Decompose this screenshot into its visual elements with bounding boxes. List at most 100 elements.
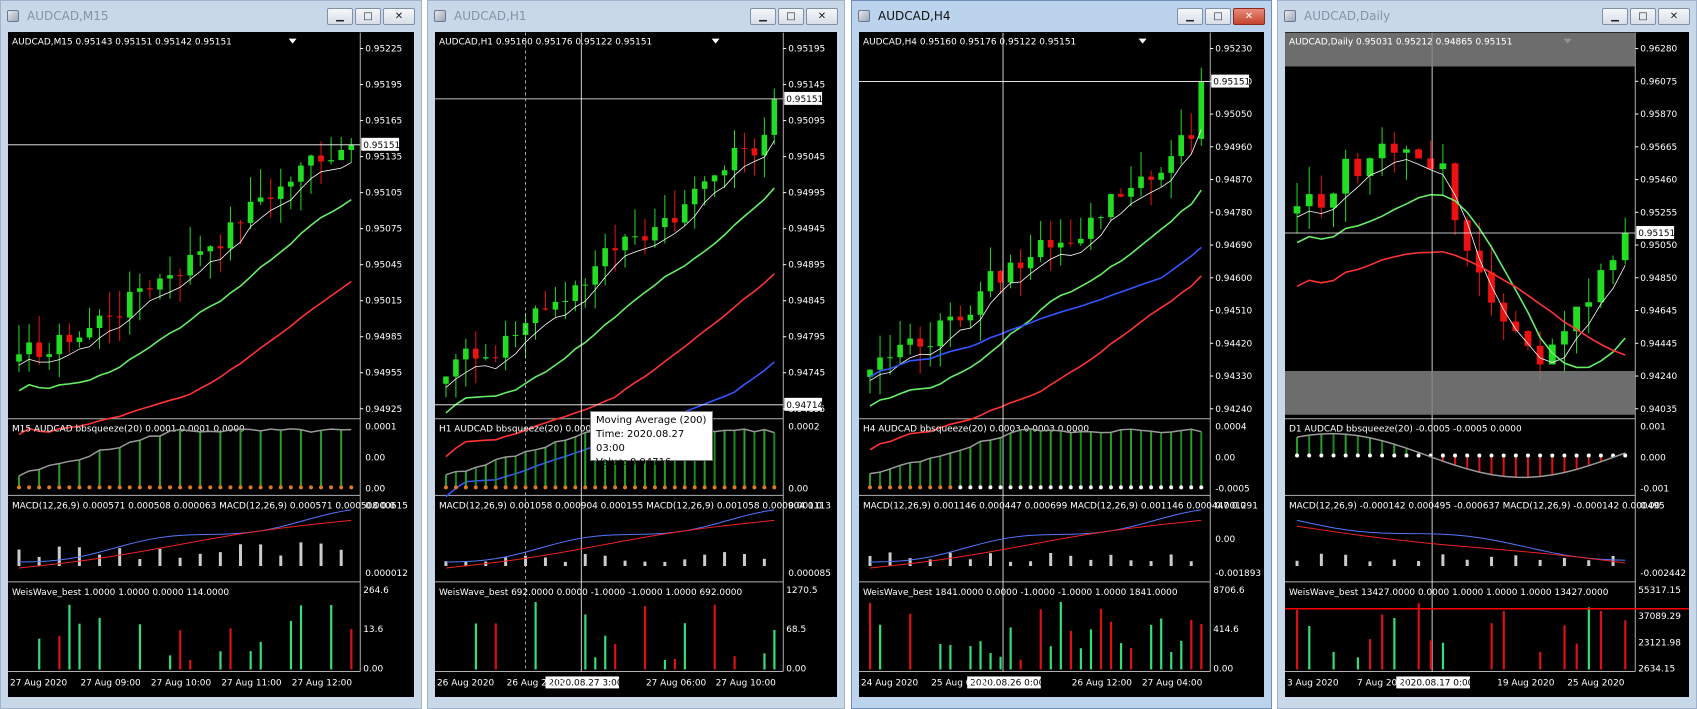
price-tick-label: 0.94955 (365, 369, 402, 379)
chart-window-icon (858, 10, 870, 22)
chart-window[interactable]: AUDCAD,Daily ▁ □ ✕ AUDCAD,Daily 0.95031 0.95… (1277, 0, 1697, 709)
minimize-button[interactable]: ▁ (750, 8, 776, 25)
price-chart[interactable]: AUDCAD,H4 0.95160 0.95176 0.95122 0.9515… (859, 32, 1264, 697)
macd-tick: 0.001113 (788, 501, 831, 511)
candle (116, 290, 123, 342)
candle (1108, 193, 1114, 222)
candle (632, 209, 638, 245)
one-click-trade-icon[interactable] (711, 38, 720, 44)
window-title: AUDCAD,H1 (454, 9, 527, 23)
one-click-trade-icon[interactable] (288, 38, 297, 44)
macd-label: MACD(12,26,9) 0.001058 0.000904 0.000155… (439, 501, 822, 511)
bbsqueeze-tick: 0.0002 (788, 423, 819, 433)
candle (257, 169, 264, 205)
chart-canvas[interactable]: AUDCAD,H1 0.95160 0.95176 0.95122 0.9515… (435, 32, 837, 697)
minimize-icon: ▁ (759, 10, 767, 22)
price-tick-label: 0.94330 (1215, 372, 1252, 382)
candle (731, 130, 738, 189)
candle (1366, 157, 1374, 195)
weiswave-tick: 0.00 (786, 664, 806, 674)
crosshair-price-label: 0.94714 (786, 401, 823, 411)
ma-200-line[interactable] (869, 246, 1202, 378)
candle (443, 376, 449, 398)
candle (36, 316, 42, 365)
price-tick-label: 0.94645 (1640, 307, 1677, 317)
chart-canvas[interactable]: AUDCAD,Daily 0.95031 0.95212 0.94865 0.9… (1285, 32, 1689, 697)
chart-canvas[interactable]: AUDCAD,M15 0.95143 0.95151 0.95142 0.951… (8, 32, 414, 697)
chart-window[interactable]: AUDCAD,H4 ▁ □ ✕ AUDCAD,H4 0.95160 0.95176 0.… (851, 0, 1272, 709)
maximize-button[interactable]: □ (1630, 8, 1656, 25)
price-tick-label: 0.94600 (1215, 274, 1252, 284)
close-icon: ✕ (817, 10, 827, 22)
candlestick-series (1293, 127, 1629, 382)
weiswave-tick: 264.6 (363, 586, 389, 596)
time-axis-label: 24 Aug 2020 (861, 678, 919, 688)
chart-window-icon (7, 10, 19, 22)
time-axis-label: 27 Aug 06:00 (646, 678, 707, 688)
tooltip-line3: Value: 0.94716 (596, 457, 672, 468)
candle (897, 321, 903, 365)
bbsqueeze-tick: 0.000 (1640, 454, 1666, 464)
maximize-button[interactable]: □ (778, 8, 804, 25)
minimize-button[interactable]: ▁ (1177, 8, 1203, 25)
candle (1128, 166, 1134, 207)
minimize-button[interactable]: ▁ (327, 8, 353, 25)
crosshair-time-label: 2020.08.17 0:00 (1399, 678, 1473, 688)
minimize-button[interactable]: ▁ (1602, 8, 1628, 25)
moving-average-tooltip: Moving Average (200) Time: 2020.08.27 03:… (590, 411, 713, 468)
macd-label: MACD(12,26,9) 0.000571 0.000508 0.000063… (12, 501, 395, 511)
candle (1512, 310, 1520, 334)
candle (1403, 145, 1410, 180)
bbsqueeze-tick: -0.0005 (1215, 484, 1250, 494)
maximize-icon: □ (363, 10, 373, 22)
one-click-trade-icon[interactable] (1138, 38, 1147, 44)
macd-tick: 0.00 (1215, 535, 1235, 545)
candle (46, 342, 53, 370)
close-button[interactable]: ✕ (1658, 8, 1690, 25)
price-tick-label: 0.95050 (1640, 241, 1677, 251)
candle (877, 335, 883, 395)
candle (288, 176, 294, 210)
maximize-button[interactable]: □ (355, 8, 381, 25)
ma-medium-line (1296, 193, 1626, 369)
window-titlebar[interactable]: AUDCAD,Daily ▁ □ ✕ (1278, 1, 1696, 31)
candle (1415, 148, 1422, 159)
window-titlebar[interactable]: AUDCAD,H1 ▁ □ ✕ (428, 1, 844, 31)
maximize-button[interactable]: □ (1205, 8, 1231, 25)
close-button[interactable]: ✕ (1233, 8, 1265, 25)
bbsqueeze-label: M15 AUDCAD bbsqueeze(20) 0.0001 0.0001 0… (12, 425, 245, 435)
price-tick-label: 0.95460 (1640, 176, 1677, 186)
close-button[interactable]: ✕ (383, 8, 415, 25)
chart-window[interactable]: AUDCAD,M15 ▁ □ ✕ AUDCAD,M15 0.95143 0.95151 … (0, 0, 422, 709)
close-button[interactable]: ✕ (806, 8, 838, 25)
price-tick-label: 0.95045 (788, 153, 825, 163)
candle (1354, 153, 1362, 184)
price-tick-label: 0.95105 (365, 189, 402, 199)
price-tick-label: 0.94870 (1215, 176, 1252, 186)
weiswave-label: WeisWave_best 1841.0000 0.0000 -1.0000 -… (863, 588, 1178, 598)
price-tick-label: 0.94845 (788, 297, 825, 307)
candle (967, 305, 974, 329)
candle (56, 323, 63, 378)
price-tick-label: 0.94745 (788, 369, 825, 379)
chart-window[interactable]: AUDCAD,H1 ▁ □ ✕ AUDCAD,H1 0.95160 0.95176 0.… (427, 0, 845, 709)
price-tick-label: 0.95225 (365, 45, 402, 55)
ma-slow-line (18, 280, 352, 436)
candle (622, 233, 628, 268)
price-tick-label: 0.94925 (365, 405, 402, 415)
price-chart[interactable]: AUDCAD,H1 0.95160 0.95176 0.95122 0.9515… (435, 32, 837, 697)
maximize-icon: □ (786, 10, 796, 22)
close-icon: ✕ (1669, 10, 1679, 22)
candle (1017, 249, 1024, 296)
window-titlebar[interactable]: AUDCAD,H4 ▁ □ ✕ (852, 1, 1271, 31)
chart-window-icon (434, 10, 446, 22)
chart-canvas[interactable]: AUDCAD,H4 0.95160 0.95176 0.95122 0.9515… (859, 32, 1264, 697)
candle (26, 324, 32, 372)
time-axis-label: 26 Aug 22:00 (507, 678, 568, 688)
window-titlebar[interactable]: AUDCAD,M15 ▁ □ ✕ (1, 1, 421, 31)
price-tick-label: 0.95195 (788, 45, 825, 55)
weiswave-tick: 2634.15 (1638, 664, 1675, 674)
price-chart[interactable]: AUDCAD,M15 0.95143 0.95151 0.95142 0.951… (8, 32, 414, 697)
price-chart[interactable]: AUDCAD,Daily 0.95031 0.95212 0.94865 0.9… (1285, 32, 1689, 697)
price-tick-label: 0.94035 (1640, 405, 1677, 415)
